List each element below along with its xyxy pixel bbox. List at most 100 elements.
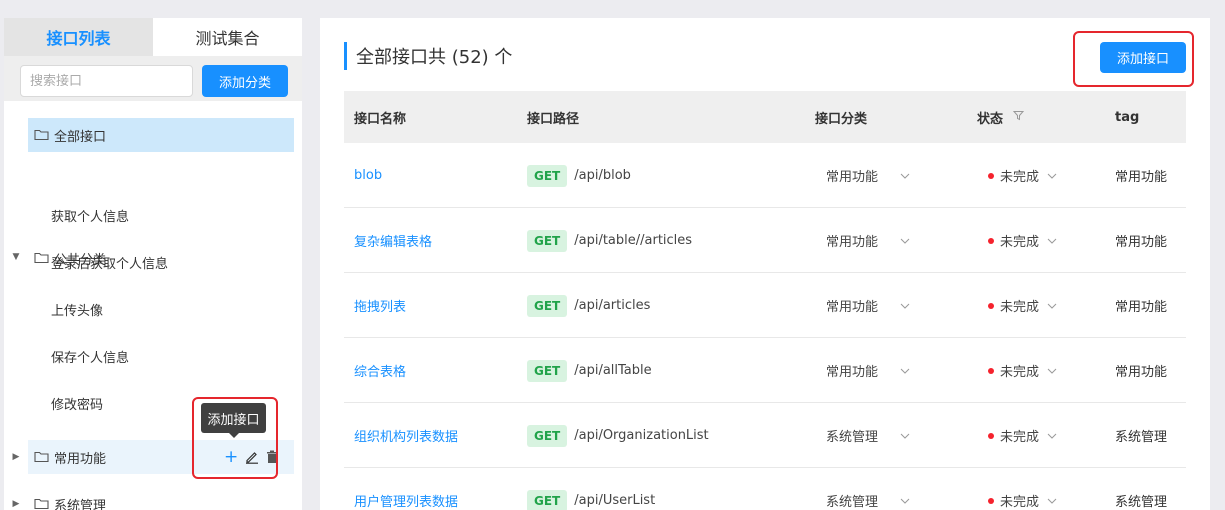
- category-value: 常用功能: [826, 365, 879, 380]
- tree-node-label: 全部接口: [54, 129, 107, 145]
- tag-value: 系统管理: [1115, 430, 1168, 445]
- cell-name: 拖拽列表: [354, 273, 406, 338]
- cell-name: 用户管理列表数据: [354, 468, 458, 510]
- tree-node-label: 常用功能: [54, 451, 107, 467]
- chevron-down-icon: [900, 168, 910, 183]
- category-select[interactable]: 常用功能: [826, 296, 910, 315]
- method-tag: GET: [527, 164, 568, 187]
- status-dot-icon: [988, 497, 994, 504]
- method-tag: GET: [527, 229, 568, 252]
- col-status-label: 状态: [977, 111, 1004, 127]
- tree-node-system[interactable]: 系统管理: [28, 487, 294, 510]
- tree-leaf-get-profile[interactable]: 获取个人信息: [51, 208, 129, 228]
- category-select[interactable]: 系统管理: [826, 426, 910, 445]
- status-select[interactable]: 未完成: [988, 231, 1057, 250]
- plus-icon[interactable]: +: [224, 447, 238, 467]
- cell-category: 常用功能: [826, 208, 910, 273]
- tag-value: 常用功能: [1115, 365, 1168, 380]
- tag-value: 常用功能: [1115, 170, 1168, 185]
- status-dot-icon: [988, 302, 994, 309]
- category-value: 常用功能: [826, 300, 879, 315]
- sidebar: 接口列表 测试集合 添加分类 全部接口 ▼ 公共分类 获取个人信息 登录后获取个…: [4, 18, 302, 510]
- tab-api-list[interactable]: 接口列表: [4, 18, 153, 56]
- status-select[interactable]: 未完成: [988, 296, 1057, 315]
- cell-path: GET /api/blob: [527, 143, 631, 208]
- tree-leaf-login-get-profile[interactable]: 登录后获取个人信息: [51, 255, 168, 275]
- api-name-link[interactable]: 综合表格: [354, 361, 406, 380]
- category-select[interactable]: 常用功能: [826, 166, 910, 185]
- caret-right-icon[interactable]: ▶: [11, 440, 21, 474]
- chevron-down-icon: [1047, 363, 1057, 378]
- chevron-down-icon: [1047, 233, 1057, 248]
- api-path: /api/UserList: [574, 493, 656, 508]
- status-dot-icon: [988, 172, 994, 179]
- status-select[interactable]: 未完成: [988, 361, 1057, 380]
- col-tag-header: tag: [1115, 109, 1140, 125]
- category-select[interactable]: 常用功能: [826, 361, 910, 380]
- tree-node-all[interactable]: 全部接口: [28, 118, 294, 152]
- tag-value: 常用功能: [1115, 235, 1168, 250]
- api-name-link[interactable]: 复杂编辑表格: [354, 231, 432, 250]
- category-select[interactable]: 常用功能: [826, 231, 910, 250]
- api-path: /api/table//articles: [574, 233, 693, 248]
- chevron-down-icon: [900, 428, 910, 443]
- api-name-link[interactable]: 组织机构列表数据: [354, 426, 458, 445]
- folder-icon: [34, 450, 50, 464]
- api-name-link[interactable]: 拖拽列表: [354, 296, 406, 315]
- filter-icon[interactable]: [1012, 110, 1025, 125]
- cell-status: 未完成: [988, 468, 1057, 510]
- chevron-down-icon: [1047, 428, 1057, 443]
- status-dot-icon: [988, 432, 994, 439]
- col-status-header: 状态: [977, 91, 1025, 143]
- tree-leaf-change-password[interactable]: 修改密码: [51, 396, 103, 416]
- table-row: 复杂编辑表格 GET /api/table//articles 常用功能 未完成…: [344, 208, 1186, 273]
- api-path: /api/articles: [574, 298, 651, 313]
- cell-path: GET /api/articles: [527, 273, 650, 338]
- api-path: /api/OrganizationList: [574, 428, 709, 443]
- cell-path: GET /api/table//articles: [527, 208, 692, 273]
- table-row: 用户管理列表数据 GET /api/UserList 系统管理 未完成 系统管理: [344, 468, 1186, 510]
- chevron-down-icon: [1047, 168, 1057, 183]
- method-tag: GET: [527, 294, 568, 317]
- page-title: 全部接口共 (52) 个: [344, 42, 512, 70]
- search-input[interactable]: [20, 65, 193, 97]
- cell-category: 系统管理: [826, 468, 910, 510]
- col-path-header: 接口路径: [527, 111, 580, 127]
- folder-icon: [34, 497, 50, 510]
- cell-tag: 常用功能: [1115, 273, 1167, 338]
- cell-status: 未完成: [988, 273, 1057, 338]
- edit-icon[interactable]: [245, 450, 259, 464]
- cell-name: blob: [354, 143, 382, 208]
- caret-right-icon[interactable]: ▶: [11, 487, 21, 510]
- api-name-link[interactable]: 用户管理列表数据: [354, 491, 458, 510]
- cell-path: GET /api/UserList: [527, 468, 655, 510]
- api-name-link[interactable]: blob: [354, 168, 382, 183]
- status-select[interactable]: 未完成: [988, 166, 1057, 185]
- cell-category: 常用功能: [826, 338, 910, 403]
- tree-node-common[interactable]: 常用功能 +: [28, 440, 294, 474]
- status-select[interactable]: 未完成: [988, 491, 1057, 510]
- tree-leaf-upload-avatar[interactable]: 上传头像: [51, 302, 103, 322]
- status-select[interactable]: 未完成: [988, 426, 1057, 445]
- table-header: 接口名称 接口路径 接口分类 状态 tag: [344, 91, 1186, 143]
- tree-node-label: 系统管理: [54, 498, 107, 510]
- chevron-down-icon: [900, 233, 910, 248]
- tab-test-collection[interactable]: 测试集合: [153, 18, 302, 56]
- status-value: 未完成: [1000, 235, 1040, 250]
- cell-name: 综合表格: [354, 338, 406, 403]
- node-actions: +: [224, 440, 278, 474]
- status-dot-icon: [988, 237, 994, 244]
- category-select[interactable]: 系统管理: [826, 491, 910, 510]
- api-path: /api/allTable: [574, 363, 652, 378]
- cell-path: GET /api/OrganizationList: [527, 403, 709, 468]
- add-api-button[interactable]: 添加接口: [1100, 42, 1186, 73]
- method-tag: GET: [527, 359, 568, 382]
- caret-down-icon[interactable]: ▼: [11, 240, 21, 274]
- category-value: 系统管理: [826, 495, 879, 510]
- trash-icon[interactable]: [266, 450, 278, 464]
- api-table: 接口名称 接口路径 接口分类 状态 tag blob GET /api/blob…: [344, 91, 1186, 510]
- cell-name: 复杂编辑表格: [354, 208, 432, 273]
- add-api-tooltip: 添加接口: [201, 403, 266, 438]
- add-category-button[interactable]: 添加分类: [202, 65, 288, 97]
- tree-leaf-save-profile[interactable]: 保存个人信息: [51, 349, 129, 369]
